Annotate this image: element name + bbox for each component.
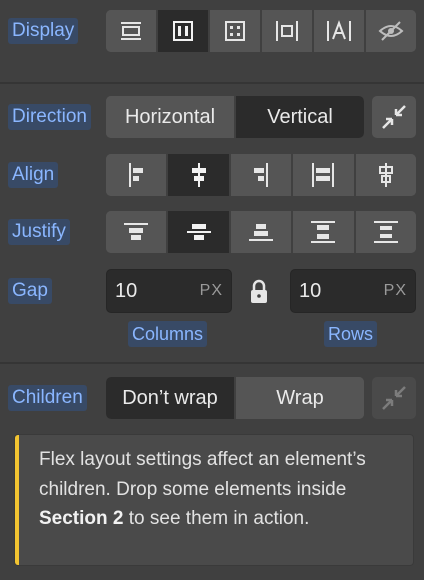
children-nowrap-label: Don’t wrap [122,386,218,409]
direction-reverse-button[interactable] [372,96,416,138]
children-wrap-toggle: Don’t wrap Wrap [106,377,364,419]
reverse-icon [382,105,406,129]
none-icon [378,21,404,41]
align-end-button[interactable] [228,154,292,196]
justify-end-button[interactable] [228,211,292,253]
section-divider [0,362,424,364]
gap-lock-button[interactable] [248,279,272,305]
direction-toggle: Horizontal Vertical [106,96,364,138]
children-label: Children [8,385,87,411]
align-end-icon [254,163,269,187]
gap-columns-input[interactable]: 10 PX [106,269,232,313]
gap-columns-unit[interactable]: PX [200,270,223,312]
justify-start-icon [124,223,149,240]
align-baseline-icon [378,163,393,187]
notice-text-after: to see them in action. [123,508,310,529]
justify-space-around-icon [373,221,398,243]
justify-options [106,211,416,253]
gap-rows-input[interactable]: 10 PX [290,269,416,313]
align-start-icon [129,163,144,187]
gap-label: Gap [8,278,52,304]
display-block-button[interactable] [106,10,156,52]
children-wrap-label: Wrap [276,386,324,409]
children-reverse-button[interactable] [372,377,416,419]
align-label: Align [8,162,59,188]
align-baseline-button[interactable] [353,154,416,196]
display-options [106,10,416,52]
align-start-button[interactable] [106,154,167,196]
display-inline-button[interactable] [312,10,364,52]
display-inline-block-button[interactable] [260,10,312,52]
gap-rows-value: 10 [299,280,322,302]
direction-horizontal-button[interactable]: Horizontal [106,96,234,138]
display-none-button[interactable] [364,10,416,52]
display-flex-button[interactable] [156,10,208,52]
direction-vertical-button[interactable]: Vertical [234,96,364,138]
display-label: Display [8,18,79,44]
grid-icon [225,21,245,41]
justify-label: Justify [8,219,70,245]
justify-space-between-button[interactable] [291,211,354,253]
gap-columns-label: Columns [128,321,208,347]
align-stretch-button[interactable] [291,154,354,196]
direction-label: Direction [8,104,91,130]
display-grid-button[interactable] [208,10,260,52]
align-center-icon [191,163,206,187]
justify-space-between-icon [311,221,336,243]
lock-icon [251,279,267,303]
gap-rows-label: Rows [324,321,378,347]
block-icon [121,22,141,40]
justify-center-icon [186,224,211,240]
align-stretch-icon [312,163,335,187]
inline-block-icon [276,21,298,41]
flex-icon [173,21,193,41]
children-wrap-button[interactable]: Wrap [234,377,364,419]
gap-columns-value: 10 [115,280,138,302]
notice-text-before: Flex layout settings affect an element’s… [39,449,366,500]
children-nowrap-button[interactable]: Don’t wrap [106,377,234,419]
justify-end-icon [249,224,274,241]
align-center-button[interactable] [166,154,229,196]
justify-center-button[interactable] [166,211,229,253]
justify-space-around-button[interactable] [353,211,416,253]
align-options [106,154,416,196]
justify-start-button[interactable] [106,211,167,253]
section-divider [0,82,424,84]
notice-section-name: Section 2 [39,508,124,529]
direction-vertical-label: Vertical [267,105,333,128]
reverse-icon [382,386,406,410]
direction-horizontal-label: Horizontal [124,105,216,128]
notice-accent-bar [15,435,19,565]
notice-text: Flex layout settings affect an element’s… [39,445,401,534]
flex-info-notice: Flex layout settings affect an element’s… [14,434,414,566]
inline-icon [327,20,351,41]
gap-rows-unit[interactable]: PX [384,270,407,312]
